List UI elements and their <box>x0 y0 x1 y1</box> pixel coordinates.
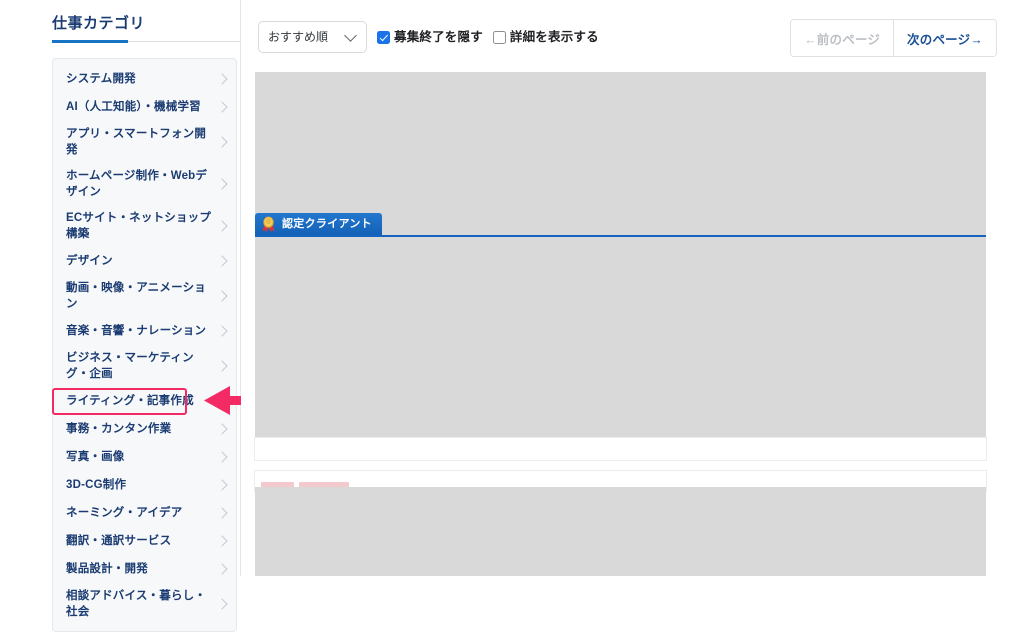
checkbox-hide-closed-label: 募集終了を隠す <box>394 30 483 44</box>
chevron-right-icon <box>216 255 228 267</box>
sidebar-item-15[interactable]: 製品設計・開発 <box>53 555 236 583</box>
chevron-right-icon <box>216 535 228 547</box>
sidebar-item-label: アプリ・スマートフォン開発 <box>66 128 207 156</box>
checkbox-show-details[interactable]: 詳細を表示する <box>492 29 599 45</box>
results-toolbar: おすすめ順 募集終了を隠す 詳細を表示する ←前のページ 次のページ→ <box>241 0 1024 62</box>
certified-client-tab[interactable]: 認定クライアント <box>255 213 382 235</box>
pagination: ←前のページ 次のページ→ <box>790 19 997 57</box>
sidebar-item-6[interactable]: 動画・映像・アニメーション <box>53 275 236 317</box>
page-title: 仕事カテゴリ <box>52 15 146 32</box>
sidebar-item-4[interactable]: ECサイト・ネットショップ構築 <box>53 205 236 247</box>
sidebar-item-label: ECサイト・ネットショップ構築 <box>66 212 212 240</box>
chevron-right-icon <box>216 598 228 610</box>
prev-page-button[interactable]: ←前のページ <box>791 20 895 56</box>
sidebar-item-14[interactable]: 翻訳・通訳サービス <box>53 527 236 555</box>
sidebar-item-label: 事務・カンタン作業 <box>66 423 172 435</box>
sidebar-item-label: 製品設計・開発 <box>66 563 148 575</box>
chevron-right-icon <box>216 451 228 463</box>
page-root: 仕事カテゴリ システム開発 AI（人工知能）・機械学習アプリ・スマートフォン開発ホ… <box>0 0 1024 632</box>
filter-checkbox-group: 募集終了を隠す 詳細を表示する <box>377 21 599 53</box>
sidebar-item-7[interactable]: 音楽・音響・ナレーション <box>53 317 236 345</box>
chevron-right-icon <box>216 178 228 190</box>
results-skeleton-block-2 <box>255 239 986 438</box>
chevron-right-icon <box>216 395 228 407</box>
sidebar-item-label: 音楽・音響・ナレーション <box>66 325 207 337</box>
sidebar-item-9[interactable]: ライティング・記事作成 <box>53 387 236 415</box>
gold-medal-icon <box>260 216 277 233</box>
certified-client-label: 認定クライアント <box>282 218 372 230</box>
results-skeleton-block-3 <box>255 487 986 576</box>
sidebar-item-label: 動画・映像・アニメーション <box>66 282 206 310</box>
sidebar-item-1[interactable]: AI（人工知能）・機械学習 <box>53 93 236 121</box>
sidebar-item-label: ライティング・記事作成 <box>66 395 194 407</box>
title-accent-bar <box>52 40 128 43</box>
sidebar-item-label: ホームページ制作・Webデザイン <box>66 170 208 198</box>
chevron-right-icon <box>216 136 228 148</box>
sidebar-item-5[interactable]: デザイン <box>53 247 236 275</box>
sidebar-item-label: ネーミング・アイデア <box>66 507 183 519</box>
sidebar-item-13[interactable]: ネーミング・アイデア <box>53 499 236 527</box>
sidebar-item-label: システム開発 <box>66 73 136 85</box>
sidebar-item-12[interactable]: 3D-CG制作 <box>53 471 236 499</box>
checkbox-hide-closed[interactable]: 募集終了を隠す <box>377 29 483 45</box>
chevron-right-icon <box>216 101 228 113</box>
sidebar-item-label: ビジネス・マーケティング・企画 <box>66 352 194 380</box>
sidebar-item-2[interactable]: アプリ・スマートフォン開発 <box>53 121 236 163</box>
checkbox-show-details-label: 詳細を表示する <box>509 30 599 44</box>
sidebar-item-11[interactable]: 写真・画像 <box>53 443 236 471</box>
sidebar-item-label: 相談アドバイス・暮らし・社会 <box>66 590 207 618</box>
sidebar-item-label: 写真・画像 <box>66 451 125 463</box>
chevron-right-icon <box>216 563 228 575</box>
sidebar-item-label: 翻訳・通訳サービス <box>66 535 172 547</box>
sidebar-item-0[interactable]: システム開発 <box>53 65 236 93</box>
category-sidebar: 仕事カテゴリ システム開発 AI（人工知能）・機械学習アプリ・スマートフォン開発ホ… <box>0 0 296 632</box>
sidebar-item-10[interactable]: 事務・カンタン作業 <box>53 415 236 443</box>
sidebar-item-label: AI（人工知能）・機械学習 <box>66 101 201 113</box>
sidebar-item-label: デザイン <box>66 255 113 267</box>
chevron-right-icon <box>216 507 228 519</box>
sidebar-item-8[interactable]: ビジネス・マーケティング・企画 <box>53 345 236 387</box>
chevron-down-icon <box>344 29 357 42</box>
chevron-right-icon <box>216 325 228 337</box>
chevron-right-icon <box>216 220 228 232</box>
chevron-right-icon <box>216 423 228 435</box>
sidebar-title-wrap: 仕事カテゴリ <box>52 14 241 40</box>
results-card-footer-2 <box>254 437 987 461</box>
chevron-right-icon <box>216 479 228 491</box>
sort-order-select[interactable]: おすすめ順 <box>258 21 367 53</box>
checkbox-show-details-box[interactable] <box>492 30 506 44</box>
chevron-right-icon <box>216 73 228 85</box>
checkbox-hide-closed-box[interactable] <box>377 30 390 44</box>
sidebar-item-3[interactable]: ホームページ制作・Webデザイン <box>53 163 236 205</box>
certified-client-underline <box>255 235 986 237</box>
chevron-right-icon <box>216 290 228 302</box>
category-list: システム開発 AI（人工知能）・機械学習アプリ・スマートフォン開発 ホームページ制作… <box>52 58 237 632</box>
sidebar-item-label: 3D-CG制作 <box>66 479 127 491</box>
sidebar-item-16[interactable]: 相談アドバイス・暮らし・社会 <box>53 583 236 625</box>
chevron-right-icon <box>216 360 228 372</box>
main-content: おすすめ順 募集終了を隠す 詳細を表示する ←前のページ 次のページ→ 認定クラ… <box>241 0 1024 576</box>
next-page-button[interactable]: 次のページ→ <box>894 20 996 56</box>
sort-order-value: おすすめ順 <box>268 30 329 44</box>
